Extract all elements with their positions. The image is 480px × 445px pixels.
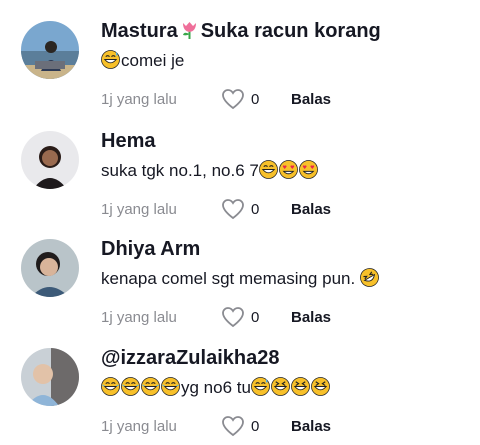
squint-laugh-emoji — [291, 377, 310, 396]
username-text[interactable]: @izzaraZulaikha28 — [101, 347, 279, 369]
comment-time: 1j yang lalu — [101, 417, 177, 435]
avatar[interactable] — [21, 21, 79, 79]
comment-item: Hema suka tgk no.1, no.6 7 1j yang lalu … — [0, 110, 480, 220]
comment-meta: 1j yang lalu 0 Balas — [101, 415, 331, 437]
comment-item: @izzaraZulaikha28 yg no6 tu 1j yang lalu… — [0, 327, 480, 437]
reply-button[interactable]: Balas — [291, 91, 331, 108]
tulip-icon — [179, 19, 200, 41]
joy-emoji — [141, 377, 160, 396]
heart-outline-icon[interactable] — [221, 198, 245, 220]
comment-text-value: suka tgk no.1, no.6 7 — [101, 161, 259, 180]
comment-text: yg no6 tu — [101, 377, 470, 399]
comment-time: 1j yang lalu — [101, 200, 177, 218]
like-button[interactable]: 0 — [221, 198, 291, 220]
comment-meta: 1j yang lalu 0 Balas — [101, 88, 331, 110]
comment-text: suka tgk no.1, no.6 7 — [101, 160, 470, 182]
comment-username[interactable]: @izzaraZulaikha28 — [101, 345, 470, 371]
username-text[interactable]: Mastura — [101, 20, 178, 42]
comment-meta: 1j yang lalu 0 Balas — [101, 198, 331, 220]
comment-text: kenapa comel sgt memasing pun. — [101, 268, 470, 290]
username-text[interactable]: Hema — [101, 130, 155, 152]
joy-emoji — [101, 377, 120, 396]
comment-text-value: comei je — [121, 51, 185, 70]
heart-eyes-emoji — [298, 160, 318, 179]
comment-text-value: yg no6 tu — [181, 378, 251, 397]
heart-outline-icon[interactable] — [221, 415, 245, 437]
like-count: 0 — [251, 90, 260, 108]
comment-item: Dhiya Arm kenapa comel sgt memasing pun.… — [0, 218, 480, 328]
reply-button[interactable]: Balas — [291, 309, 331, 326]
grin-emoji — [258, 160, 278, 179]
grin-sweat-emoji — [101, 50, 120, 69]
comment-text: comei je — [101, 50, 470, 72]
joy-emoji — [161, 377, 180, 396]
like-count: 0 — [251, 308, 260, 326]
like-count: 0 — [251, 200, 260, 218]
grin-sweat-emoji — [251, 377, 270, 396]
reply-button[interactable]: Balas — [291, 201, 331, 218]
squint-laugh-emoji — [311, 377, 330, 396]
avatar[interactable] — [21, 239, 79, 297]
squint-laugh-emoji — [271, 377, 290, 396]
like-button[interactable]: 0 — [221, 88, 291, 110]
rofl-emoji — [360, 268, 379, 287]
heart-outline-icon[interactable] — [221, 306, 245, 328]
comment-username[interactable]: Dhiya Arm — [101, 236, 470, 262]
comment-text-value: kenapa comel sgt memasing pun. — [101, 269, 360, 288]
comment-item: Mastura Suka racun korang comei je 1j yan… — [0, 0, 480, 110]
comment-list: Mastura Suka racun korang comei je 1j yan… — [0, 0, 480, 445]
username-text[interactable]: Suka racun korang — [201, 20, 381, 42]
heart-eyes-emoji — [278, 160, 298, 179]
heart-outline-icon[interactable] — [221, 88, 245, 110]
avatar[interactable] — [21, 131, 79, 189]
comment-username[interactable]: Mastura Suka racun korang — [101, 18, 470, 44]
like-button[interactable]: 0 — [221, 306, 291, 328]
avatar[interactable] — [21, 348, 79, 406]
like-count: 0 — [251, 417, 260, 435]
username-text[interactable]: Dhiya Arm — [101, 238, 200, 260]
comment-meta: 1j yang lalu 0 Balas — [101, 306, 331, 328]
comment-time: 1j yang lalu — [101, 308, 177, 326]
like-button[interactable]: 0 — [221, 415, 291, 437]
comment-time: 1j yang lalu — [101, 90, 177, 108]
joy-emoji — [121, 377, 140, 396]
reply-button[interactable]: Balas — [291, 418, 331, 435]
comment-username[interactable]: Hema — [101, 128, 470, 154]
